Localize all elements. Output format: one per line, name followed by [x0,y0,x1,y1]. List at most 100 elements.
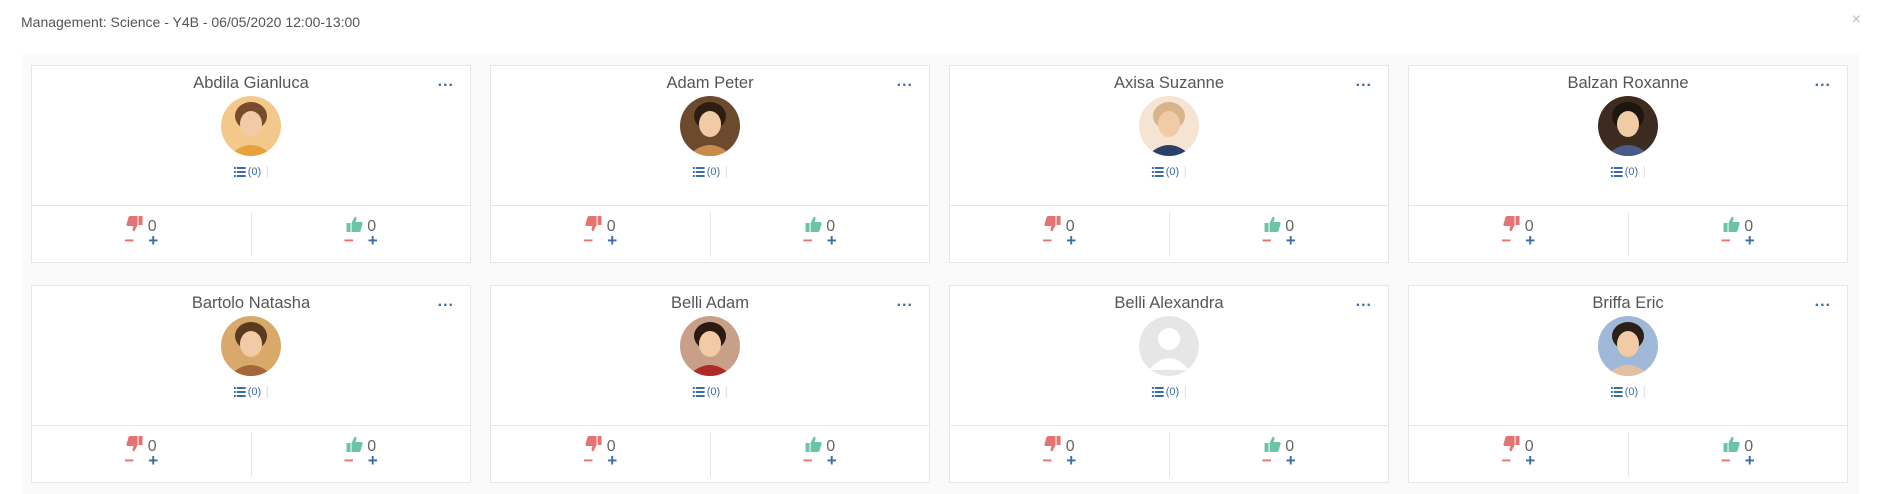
positive-points: 0− + [1629,426,1848,483]
student-photo [1139,96,1199,156]
student-photo [221,316,281,376]
positive-minus-button[interactable]: − [1721,232,1731,249]
points-panel: 0− +0− + [32,426,470,483]
points-panel: 0− +0− + [491,426,929,483]
avatar[interactable] [221,316,281,376]
behaviour-list-link[interactable]: (0) [1151,386,1187,398]
behaviour-list-link[interactable]: (0) [233,166,269,178]
negative-plus-button[interactable]: + [148,452,158,469]
positive-points: 0− + [252,426,471,483]
avatar[interactable] [1139,316,1199,376]
behaviour-list-link[interactable]: (0) [1151,166,1187,178]
positive-plus-button[interactable]: + [827,232,837,249]
negative-plus-button[interactable]: + [1525,232,1535,249]
list-icon [692,167,705,177]
negative-points: 0− + [1409,432,1629,477]
positive-plus-button[interactable]: + [827,452,837,469]
avatar[interactable] [1598,96,1658,156]
negative-plus-button[interactable]: + [607,452,617,469]
behaviour-list-link[interactable]: (0) [692,166,728,178]
default-avatar-icon [1139,316,1199,376]
points-panel: 0− +0− + [950,206,1388,263]
management-modal: Management: Science - Y4B - 06/05/2020 1… [0,0,1877,494]
more-options-button[interactable]: ... [1815,294,1831,310]
behaviour-list-link[interactable]: (0) [692,386,728,398]
close-icon[interactable]: × [1852,12,1861,28]
negative-points: 0− + [950,212,1170,257]
positive-plus-button[interactable]: + [1286,232,1296,249]
student-name: Abdila Gianluca [193,74,309,92]
student-name: Adam Peter [666,74,754,92]
card-header: Belli Adam... (0) [491,286,929,426]
positive-points: 0− + [1170,426,1389,483]
positive-plus-button[interactable]: + [1745,232,1755,249]
more-options-button[interactable]: ... [897,74,913,90]
negative-points: 0− + [32,432,252,477]
card-header: Balzan Roxanne... (0) [1409,66,1847,206]
avatar[interactable] [221,96,281,156]
list-count: (0) [706,166,721,178]
negative-plus-button[interactable]: + [1066,452,1076,469]
card-header: Axisa Suzanne... (0) [950,66,1388,206]
list-count: (0) [247,386,262,398]
negative-minus-button[interactable]: − [1042,232,1052,249]
positive-minus-button[interactable]: − [803,232,813,249]
points-panel: 0− +0− + [1409,426,1847,483]
positive-plus-button[interactable]: + [368,232,378,249]
negative-points: 0− + [32,212,252,257]
student-photo [221,96,281,156]
negative-plus-button[interactable]: + [1066,232,1076,249]
student-photo [1598,96,1658,156]
negative-plus-button[interactable]: + [148,232,158,249]
list-icon [1610,167,1623,177]
positive-minus-button[interactable]: − [344,232,354,249]
avatar[interactable] [680,316,740,376]
list-icon [1610,387,1623,397]
list-count: (0) [1165,166,1180,178]
student-name: Bartolo Natasha [191,294,311,312]
more-options-button[interactable]: ... [897,294,913,310]
card-header: Abdila Gianluca... (0) [32,66,470,206]
negative-plus-button[interactable]: + [1525,452,1535,469]
points-panel: 0− +0− + [950,426,1388,483]
student-card: Axisa Suzanne... (0) 0− +0− + [949,65,1389,263]
positive-points: 0− + [1170,206,1389,263]
negative-minus-button[interactable]: − [583,452,593,469]
avatar[interactable] [1139,96,1199,156]
positive-plus-button[interactable]: + [368,452,378,469]
behaviour-list-link[interactable]: (0) [1610,166,1646,178]
student-photo [680,96,740,156]
negative-minus-button[interactable]: − [583,232,593,249]
card-header: Adam Peter... (0) [491,66,929,206]
list-count: (0) [1624,166,1639,178]
negative-minus-button[interactable]: − [1501,452,1511,469]
list-count: (0) [1624,386,1639,398]
list-count: (0) [1165,386,1180,398]
positive-minus-button[interactable]: − [1262,452,1272,469]
more-options-button[interactable]: ... [438,74,454,90]
negative-points: 0− + [950,432,1170,477]
positive-plus-button[interactable]: + [1745,452,1755,469]
negative-minus-button[interactable]: − [124,452,134,469]
positive-points: 0− + [252,206,471,263]
more-options-button[interactable]: ... [438,294,454,310]
positive-points: 0− + [711,426,930,483]
negative-plus-button[interactable]: + [607,232,617,249]
positive-minus-button[interactable]: − [1721,452,1731,469]
negative-minus-button[interactable]: − [1501,232,1511,249]
avatar[interactable] [680,96,740,156]
list-count: (0) [247,166,262,178]
more-options-button[interactable]: ... [1356,74,1372,90]
negative-minus-button[interactable]: − [1042,452,1052,469]
more-options-button[interactable]: ... [1815,74,1831,90]
more-options-button[interactable]: ... [1356,294,1372,310]
behaviour-list-link[interactable]: (0) [233,386,269,398]
positive-points: 0− + [711,206,930,263]
positive-minus-button[interactable]: − [1262,232,1272,249]
avatar[interactable] [1598,316,1658,376]
positive-minus-button[interactable]: − [344,452,354,469]
positive-plus-button[interactable]: + [1286,452,1296,469]
positive-minus-button[interactable]: − [803,452,813,469]
negative-minus-button[interactable]: − [124,232,134,249]
behaviour-list-link[interactable]: (0) [1610,386,1646,398]
